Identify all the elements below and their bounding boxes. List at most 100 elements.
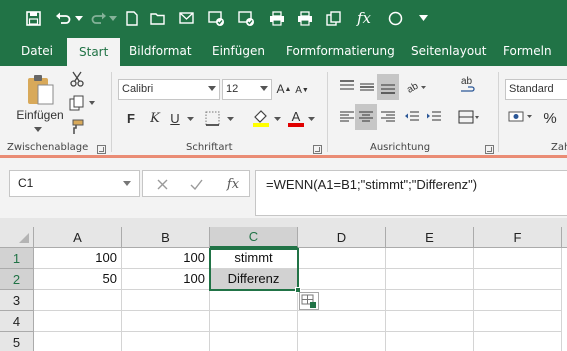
- row-header-4[interactable]: 4: [0, 311, 34, 332]
- row-header-1[interactable]: 1: [0, 248, 34, 269]
- fx-icon[interactable]: fx: [353, 5, 375, 31]
- insert-function-icon[interactable]: fx: [223, 174, 243, 194]
- wrap-text-icon[interactable]: ab: [458, 74, 478, 98]
- font-color-dropdown-icon[interactable]: [306, 114, 316, 124]
- row-header-2[interactable]: 2: [0, 269, 34, 290]
- fill-color-dropdown-icon[interactable]: [272, 114, 282, 124]
- cell-f2[interactable]: [474, 269, 562, 290]
- cell-d5[interactable]: [298, 332, 386, 351]
- format-painter-icon[interactable]: [68, 118, 86, 136]
- borders-icon[interactable]: [200, 108, 224, 128]
- number-format-box[interactable]: Standard: [505, 79, 567, 100]
- row-header-5[interactable]: 5: [0, 332, 34, 351]
- cell-a4[interactable]: [34, 311, 122, 332]
- select-all-corner[interactable]: [0, 227, 34, 248]
- tab-start[interactable]: Start: [67, 38, 121, 66]
- align-left-icon[interactable]: [337, 106, 357, 128]
- print-icon[interactable]: [266, 5, 288, 31]
- underline-button[interactable]: U: [166, 108, 184, 128]
- percent-button[interactable]: %: [540, 108, 560, 128]
- increase-indent-icon[interactable]: [424, 106, 444, 128]
- accounting-format-icon[interactable]: [507, 106, 535, 128]
- clipboard-launcher-icon[interactable]: [97, 145, 106, 154]
- align-bottom-icon[interactable]: [377, 74, 399, 100]
- paste-icon[interactable]: [24, 72, 58, 108]
- cell-a5[interactable]: [34, 332, 122, 351]
- column-header-g[interactable]: [562, 227, 567, 248]
- save-icon[interactable]: [22, 5, 44, 31]
- open-folder-icon[interactable]: [147, 5, 169, 31]
- borders-dropdown-icon[interactable]: [224, 114, 236, 124]
- align-top-icon[interactable]: [337, 76, 357, 98]
- column-header-f[interactable]: F: [474, 227, 562, 248]
- column-header-e[interactable]: E: [386, 227, 474, 248]
- cell-c5[interactable]: [210, 332, 298, 351]
- column-header-c[interactable]: C: [210, 227, 298, 248]
- decrease-indent-icon[interactable]: [402, 106, 422, 128]
- align-right-icon[interactable]: [378, 106, 398, 128]
- cell-b5[interactable]: [122, 332, 210, 351]
- cell-d4[interactable]: [298, 311, 386, 332]
- cell-b3[interactable]: [122, 290, 210, 311]
- fill-color-icon[interactable]: [250, 106, 272, 130]
- cell-e4[interactable]: [386, 311, 474, 332]
- circle-icon[interactable]: [384, 5, 406, 31]
- cell-d1[interactable]: [298, 248, 386, 269]
- cell-c3[interactable]: [210, 290, 298, 311]
- quick-print-icon[interactable]: [294, 5, 316, 31]
- cell-f5[interactable]: [474, 332, 562, 351]
- shrink-font-icon[interactable]: A ▼: [294, 82, 310, 98]
- tab-datei[interactable]: Datei: [21, 36, 53, 66]
- redo-icon[interactable]: [88, 5, 110, 31]
- formula-input[interactable]: =WENN(A1=B1;"stimmt";"Differenz"): [255, 170, 567, 216]
- cell-a2[interactable]: 50: [34, 269, 122, 290]
- cell-e5[interactable]: [386, 332, 474, 351]
- cell-e1[interactable]: [386, 248, 474, 269]
- paste-button[interactable]: Einfügen: [14, 108, 66, 122]
- image-check-icon-2[interactable]: [235, 5, 257, 31]
- font-color-icon[interactable]: A: [286, 106, 306, 130]
- cell-a1[interactable]: 100: [34, 248, 122, 269]
- cell-c1[interactable]: stimmt: [210, 248, 298, 269]
- tab-bildformat[interactable]: Bildformat: [129, 36, 192, 66]
- cell-f1[interactable]: [474, 248, 562, 269]
- underline-dropdown-icon[interactable]: [184, 114, 196, 124]
- cell-e3[interactable]: [386, 290, 474, 311]
- tab-einfuegen[interactable]: Einfügen: [212, 36, 265, 66]
- cell-c2[interactable]: Differenz: [210, 269, 298, 290]
- column-header-d[interactable]: D: [298, 227, 386, 248]
- undo-dropdown-icon[interactable]: [73, 5, 85, 31]
- paste-dropdown-icon[interactable]: [30, 124, 46, 134]
- enter-icon[interactable]: [187, 175, 205, 193]
- image-check-icon[interactable]: [205, 5, 227, 31]
- bold-button[interactable]: F: [122, 108, 140, 128]
- column-header-a[interactable]: A: [34, 227, 122, 248]
- cell-f3[interactable]: [474, 290, 562, 311]
- cell-f4[interactable]: [474, 311, 562, 332]
- row-header-3[interactable]: 3: [0, 290, 34, 311]
- quick-analysis-icon[interactable]: [299, 292, 319, 310]
- tab-formformatierung[interactable]: Formformatierung: [286, 36, 395, 66]
- copy-icon[interactable]: [68, 94, 98, 112]
- font-launcher-icon[interactable]: [313, 145, 322, 154]
- copy-pages-icon[interactable]: [323, 5, 345, 31]
- orientation-icon[interactable]: ab: [404, 76, 430, 98]
- cell-b4[interactable]: [122, 311, 210, 332]
- align-center-icon[interactable]: [355, 104, 377, 130]
- cell-d2[interactable]: [298, 269, 386, 290]
- font-name-box[interactable]: Calibri: [118, 79, 220, 100]
- redo-dropdown-icon[interactable]: [108, 5, 118, 31]
- alignment-launcher-icon[interactable]: [485, 145, 494, 154]
- font-size-box[interactable]: 12: [222, 79, 272, 100]
- merge-center-icon[interactable]: [456, 106, 482, 128]
- email-icon[interactable]: [176, 5, 198, 31]
- cell-a3[interactable]: [34, 290, 122, 311]
- name-box[interactable]: C1: [9, 170, 140, 197]
- name-box-dropdown-icon[interactable]: [123, 181, 131, 186]
- column-header-b[interactable]: B: [122, 227, 210, 248]
- cut-icon[interactable]: [68, 70, 86, 88]
- customize-dropdown-icon[interactable]: [414, 5, 432, 31]
- cell-e2[interactable]: [386, 269, 474, 290]
- cell-b2[interactable]: 100: [122, 269, 210, 290]
- new-document-icon[interactable]: [122, 5, 142, 31]
